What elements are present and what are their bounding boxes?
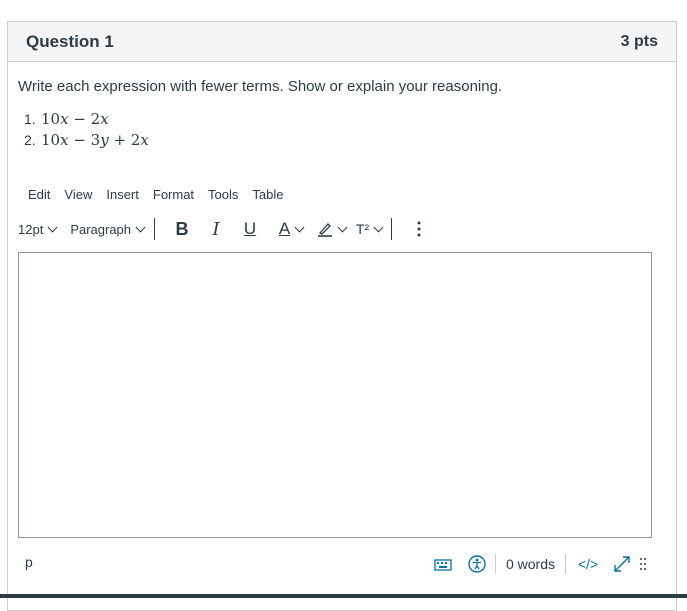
chevron-down-icon: [135, 222, 146, 232]
editor-toolbar: 12pt Paragraph B I U A T²: [18, 215, 434, 243]
editor-statusbar: p 0 words </>: [18, 552, 652, 576]
question-title: Question 1: [26, 31, 114, 51]
font-size-select[interactable]: 12pt: [14, 222, 60, 237]
menu-table[interactable]: Table: [245, 184, 290, 205]
question-header: Question 1 3 pts: [8, 22, 676, 62]
more-vertical-icon: [417, 221, 421, 237]
statusbar-right: 0 words </>: [427, 552, 652, 576]
bold-icon: B: [175, 218, 189, 239]
underline-icon: U: [243, 219, 257, 238]
bold-button[interactable]: B: [167, 215, 197, 243]
menu-format[interactable]: Format: [146, 184, 201, 205]
chevron-down-icon: [373, 222, 384, 232]
menu-edit[interactable]: Edit: [21, 184, 57, 205]
expand-icon: [614, 556, 630, 572]
resize-handle[interactable]: [634, 550, 652, 578]
drag-handle-icon: [640, 558, 646, 570]
item-number: 2.: [24, 131, 36, 148]
word-count: 0 words: [494, 554, 566, 574]
math-expression: 10x − 3y + 2x: [41, 130, 149, 149]
block-format-value: Paragraph: [70, 221, 132, 237]
accessibility-icon: [468, 555, 486, 573]
italic-icon: I: [212, 218, 220, 240]
chevron-down-icon: [337, 222, 347, 232]
answer-editor[interactable]: [18, 252, 652, 538]
fullscreen-button[interactable]: [610, 550, 634, 578]
question-prompt: Write each expression with fewer terms. …: [18, 78, 503, 95]
font-size-value: 12pt: [18, 221, 44, 237]
word-count-text: 0 words: [505, 556, 555, 572]
chevron-down-icon: [47, 222, 58, 232]
menu-view[interactable]: View: [57, 184, 99, 205]
text-color-icon: A: [278, 219, 291, 238]
bottom-edge-bar: [0, 594, 687, 598]
expression-list: 1. 10x − 2x 2. 10x − 3y + 2x: [24, 108, 149, 150]
question-points: 3 pts: [620, 32, 658, 50]
toolbar-divider: [391, 218, 393, 240]
menu-insert[interactable]: Insert: [99, 184, 146, 205]
highlighter-icon: [317, 223, 332, 237]
menu-tools[interactable]: Tools: [201, 184, 245, 205]
code-icon: </>: [577, 556, 599, 572]
superscript-icon: T²: [355, 221, 370, 237]
keyboard-shortcuts-button[interactable]: [427, 550, 459, 578]
element-path[interactable]: p: [25, 554, 33, 570]
list-item: 2. 10x − 3y + 2x: [24, 129, 149, 150]
text-color-button[interactable]: A: [273, 215, 309, 243]
superscript-button[interactable]: T²: [351, 215, 387, 243]
highlight-color-button[interactable]: [313, 215, 349, 243]
more-options-button[interactable]: [404, 215, 434, 243]
item-number: 1.: [24, 110, 36, 127]
list-item: 1. 10x − 2x: [24, 108, 149, 129]
html-editor-toggle[interactable]: </>: [566, 550, 610, 578]
math-expression: 10x − 2x: [41, 109, 109, 128]
editor-menubar: Edit View Insert Format Tools Table: [21, 184, 290, 205]
italic-button[interactable]: I: [201, 215, 231, 243]
accessibility-checker-button[interactable]: [459, 550, 495, 578]
keyboard-icon: [434, 559, 452, 571]
chevron-down-icon: [294, 222, 305, 232]
underline-button[interactable]: U: [235, 215, 265, 243]
toolbar-divider: [154, 218, 156, 240]
block-format-select[interactable]: Paragraph: [70, 221, 146, 237]
